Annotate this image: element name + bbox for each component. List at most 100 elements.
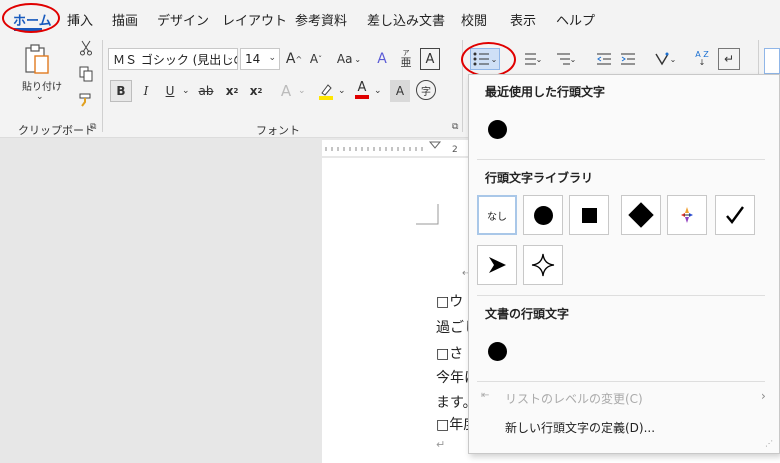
- clipboard-dialog-launcher-icon[interactable]: ⧉: [90, 122, 96, 132]
- paragraph-mark: ↵: [436, 438, 446, 451]
- grow-font-button[interactable]: A ^: [284, 48, 304, 70]
- arrowhead-icon: [489, 257, 506, 273]
- tab-design[interactable]: デザイン: [157, 10, 209, 29]
- bullet-arrowhead[interactable]: [477, 245, 517, 285]
- four-point-star-icon: [531, 253, 555, 277]
- tab-draw[interactable]: 描画: [112, 10, 138, 29]
- bullets-chevron-icon: ⌄: [490, 54, 498, 64]
- underline-chevron-icon[interactable]: ⌄: [182, 86, 190, 96]
- bullet-filled-diamond[interactable]: [621, 195, 661, 235]
- numbering-chevron-icon: ⌄: [535, 54, 543, 64]
- clear-formatting-icon[interactable]: A: [372, 48, 392, 70]
- character-shading-button[interactable]: A: [390, 80, 410, 102]
- ruby-bottom-text: 亜: [400, 56, 412, 69]
- tab-references[interactable]: 参考資料: [295, 10, 347, 29]
- filled-square-icon: [581, 207, 597, 223]
- font-size-value: 14: [245, 52, 261, 66]
- bullet-four-point-star[interactable]: [523, 245, 563, 285]
- asian-layout-button[interactable]: ⌄: [650, 48, 680, 70]
- recent-bullet-filled-circle[interactable]: [477, 109, 517, 149]
- chevron-right-icon: ›: [761, 389, 766, 403]
- format-painter-icon[interactable]: [76, 90, 96, 110]
- multilevel-chevron-icon: ⌄: [569, 54, 577, 64]
- font-color-label: A: [357, 80, 367, 95]
- font-size-combobox[interactable]: 14 ⌄: [240, 48, 280, 70]
- document-line: □ウ: [436, 294, 464, 310]
- paste-icon[interactable]: [22, 42, 52, 76]
- multilevel-list-button[interactable]: ⌄: [552, 48, 580, 70]
- font-group-label: フォント: [256, 124, 300, 137]
- character-border-button[interactable]: A: [420, 48, 440, 70]
- define-new-bullet-item[interactable]: 新しい行頭文字の定義(D)...: [505, 419, 655, 436]
- filled-circle-icon: [533, 205, 553, 225]
- copy-icon[interactable]: [76, 64, 96, 84]
- bullet-four-diamonds[interactable]: [667, 195, 707, 235]
- filled-diamond-icon: [628, 202, 654, 228]
- dropdown-separator: [477, 381, 765, 382]
- superscript-label: x: [249, 84, 258, 98]
- bullet-none[interactable]: なし: [477, 195, 517, 235]
- show-paragraph-marks-icon[interactable]: ↵: [718, 48, 740, 70]
- chevron-down-icon: ⌄: [226, 53, 234, 63]
- active-tab-indicator: [14, 28, 42, 31]
- filled-circle-icon: [487, 119, 507, 139]
- shrink-font-icon: A: [309, 52, 319, 66]
- tab-mailings[interactable]: 差し込み文書: [367, 10, 445, 29]
- font-dialog-launcher-icon[interactable]: ⧉: [452, 122, 458, 132]
- enclose-characters-label: 字: [421, 86, 431, 98]
- highlight-chevron-icon[interactable]: ⌄: [338, 86, 346, 96]
- underline-button[interactable]: U: [160, 80, 180, 102]
- bullet-filled-square[interactable]: [569, 195, 609, 235]
- font-color-button[interactable]: A: [352, 78, 372, 102]
- subscript-button[interactable]: x2: [222, 80, 242, 102]
- tab-insert[interactable]: 挿入: [67, 10, 93, 29]
- italic-button[interactable]: I: [136, 80, 156, 102]
- sort-button[interactable]: A Z ↓: [692, 48, 712, 70]
- checkmark-icon: [726, 206, 744, 224]
- paste-dropdown-chevron-icon[interactable]: ⌄: [36, 92, 44, 102]
- font-name-combobox[interactable]: ＭＳ ゴシック (見出しの ⌄: [108, 48, 238, 70]
- bullet-checkmark[interactable]: [715, 195, 755, 235]
- tab-layout[interactable]: レイアウト: [222, 10, 287, 29]
- text-effects-chevron-icon[interactable]: ⌄: [298, 86, 306, 96]
- document-bullet-filled-circle[interactable]: [477, 331, 517, 371]
- font-color-swatch: [355, 95, 369, 99]
- strikethrough-button[interactable]: ab: [194, 80, 218, 102]
- superscript-button[interactable]: x2: [246, 80, 266, 102]
- group-separator: [102, 40, 103, 132]
- clipboard-group-label: クリップボード: [18, 124, 95, 137]
- tab-view[interactable]: 表示: [510, 10, 536, 29]
- styles-gallery[interactable]: [764, 48, 780, 74]
- bullet-library-dropdown: 最近使用した行頭文字 行頭文字ライブラリ なし 文書の行頭文字 ⇤ リストのレベ…: [468, 74, 780, 454]
- bullet-filled-circle[interactable]: [523, 195, 563, 235]
- font-name-value: ＭＳ ゴシック (見出しの: [113, 52, 238, 67]
- bullet-library-header: 行頭文字ライブラリ: [485, 171, 594, 185]
- subscript-label: x: [225, 84, 234, 98]
- document-line: □さ: [436, 346, 464, 362]
- enclose-characters-button[interactable]: 字: [416, 80, 436, 100]
- paste-button-label[interactable]: 貼り付け: [22, 78, 62, 93]
- shrink-font-button[interactable]: Aˇ: [306, 48, 326, 70]
- phonetic-guide-button[interactable]: ア亜: [396, 46, 416, 70]
- underline-label: U: [165, 84, 175, 98]
- decrease-indent-icon[interactable]: [594, 48, 614, 70]
- change-case-button[interactable]: Aa ⌄: [332, 48, 366, 70]
- highlight-icon[interactable]: [316, 80, 336, 102]
- dropdown-separator: [477, 159, 765, 160]
- resize-grip-icon[interactable]: ⋰: [765, 439, 773, 448]
- svg-text:2: 2: [452, 145, 458, 155]
- chevron-down-icon: ⌄: [268, 53, 276, 63]
- font-color-chevron-icon[interactable]: ⌄: [374, 86, 382, 96]
- bold-button[interactable]: B: [110, 80, 132, 102]
- change-list-level-item[interactable]: リストのレベルの変更(C): [505, 390, 643, 407]
- tab-home[interactable]: ホーム: [13, 10, 52, 29]
- tab-review[interactable]: 校閲: [461, 10, 487, 29]
- bullets-button[interactable]: ⌄: [470, 48, 500, 70]
- tab-help[interactable]: ヘルプ: [556, 10, 595, 29]
- increase-indent-icon[interactable]: [618, 48, 638, 70]
- text-effects-button[interactable]: A: [276, 80, 296, 102]
- recent-bullets-header: 最近使用した行頭文字: [485, 85, 606, 99]
- cut-icon[interactable]: [76, 38, 96, 58]
- numbering-button[interactable]: ⌄: [518, 48, 546, 70]
- filled-circle-icon: [487, 341, 507, 361]
